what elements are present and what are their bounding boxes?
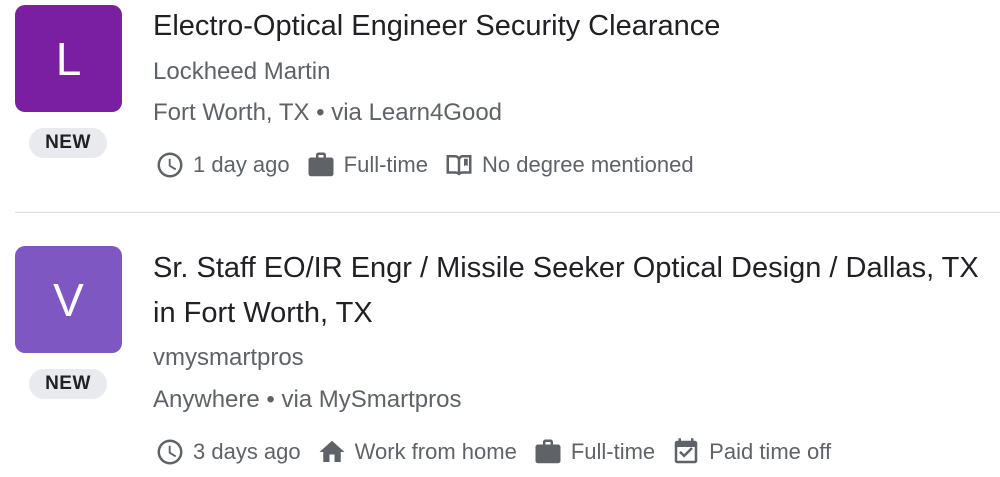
meta-benefits: Paid time off bbox=[671, 437, 831, 467]
meta-posted: 3 days ago bbox=[155, 437, 301, 467]
logo-letter: L bbox=[55, 32, 82, 85]
job-title[interactable]: Electro-Optical Engineer Security Cleara… bbox=[153, 4, 998, 49]
job-title[interactable]: Sr. Staff EO/IR Engr / Missile Seeker Op… bbox=[153, 246, 998, 336]
book-icon bbox=[446, 155, 472, 176]
job-location: Fort Worth, TX • via Learn4Good bbox=[153, 99, 503, 126]
meta-remote: Work from home bbox=[317, 437, 517, 467]
company-name: Lockheed Martin bbox=[153, 58, 331, 85]
clock-icon bbox=[157, 152, 183, 178]
new-badge: NEW bbox=[29, 128, 107, 158]
clock-icon bbox=[157, 439, 183, 465]
home-icon bbox=[319, 440, 345, 462]
briefcase-icon bbox=[535, 439, 561, 464]
company-logo: L bbox=[15, 5, 122, 112]
meta-job-type: Full-time bbox=[306, 150, 428, 180]
company-name: vmysmartpros bbox=[153, 344, 304, 371]
job-meta: 1 day ago Full-time No degree mentioned bbox=[155, 150, 710, 180]
logo-letter: V bbox=[53, 273, 84, 326]
meta-posted: 1 day ago bbox=[155, 150, 290, 180]
calendar-check-icon bbox=[674, 438, 698, 464]
meta-job-type: Full-time bbox=[533, 437, 655, 467]
job-meta: 3 days ago Work from home Full-time Paid… bbox=[155, 437, 847, 467]
company-logo: V bbox=[15, 246, 122, 353]
meta-degree: No degree mentioned bbox=[444, 150, 694, 180]
job-location: Anywhere • via MySmartpros bbox=[153, 386, 462, 413]
new-badge: NEW bbox=[29, 369, 107, 399]
briefcase-icon bbox=[308, 152, 334, 177]
listing-divider bbox=[15, 212, 1000, 213]
